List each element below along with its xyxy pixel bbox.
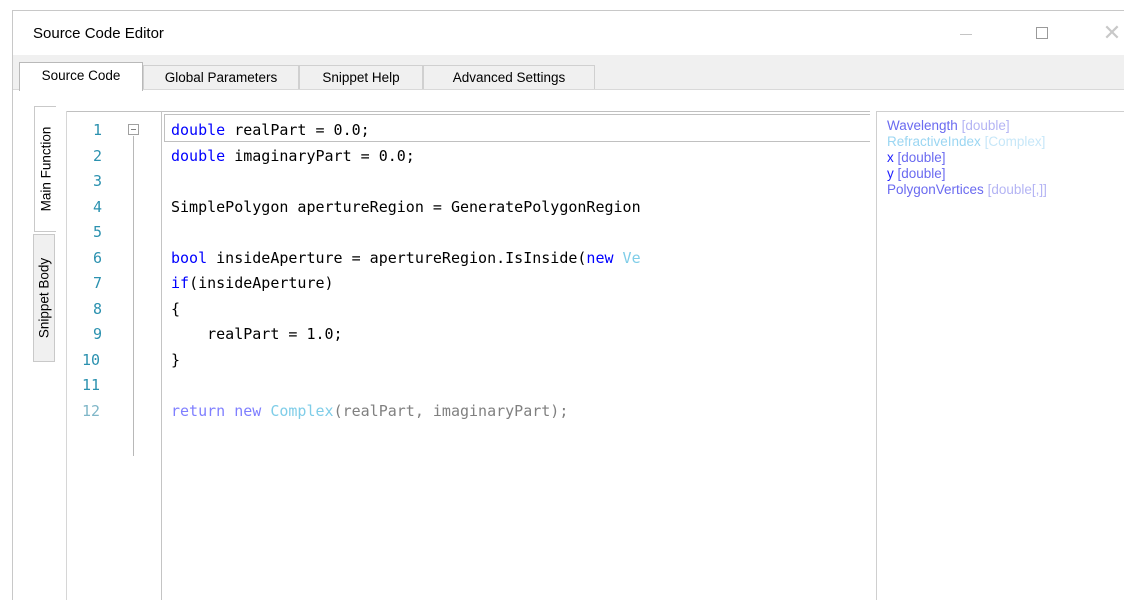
line-number: 4	[93, 198, 103, 216]
parameter-name: RefractiveIndex	[887, 134, 981, 149]
window-title: Source Code Editor	[33, 25, 164, 42]
code-text: {	[171, 300, 181, 318]
tab-content-source-code: Main Function Snippet Body 1 2 3 4 5 6 7…	[13, 90, 1124, 600]
tab-strip: Source Code Global Parameters Snippet He…	[13, 55, 1124, 91]
collapse-icon[interactable]	[128, 124, 139, 135]
line-number: 11	[82, 376, 101, 394]
code-line: if(insideAperture)	[171, 274, 334, 292]
line-number: 10	[82, 351, 101, 369]
code-text: SimplePolygon apertureRegion = GenerateP…	[171, 198, 641, 216]
parameter-list-panel: Wavelength [double] RefractiveIndex [Com…	[876, 111, 1124, 600]
close-icon: ✕	[1102, 20, 1122, 45]
code-line: return new Complex(realPart, imaginaryPa…	[171, 402, 568, 420]
line-number: 7	[93, 274, 103, 292]
parameter-type: [double[,]]	[987, 182, 1047, 197]
source-code-editor-window: Source Code Editor ✕ Source Code Global …	[12, 10, 1124, 600]
tab-label: Snippet Help	[322, 70, 400, 85]
minimize-button[interactable]	[943, 11, 989, 55]
code-line: {	[171, 300, 180, 318]
vtab-main-function[interactable]: Main Function	[34, 106, 56, 232]
minimize-icon	[960, 33, 972, 35]
tab-label: Advanced Settings	[452, 70, 566, 85]
code-text: (realPart, imaginaryPart);	[333, 402, 569, 420]
code-line: SimplePolygon apertureRegion = GenerateP…	[171, 198, 641, 216]
line-number: 8	[93, 300, 103, 318]
keyword: new	[234, 402, 262, 420]
line-number: 12	[82, 402, 101, 420]
maximize-icon	[1036, 27, 1048, 39]
tab-snippet-help[interactable]: Snippet Help	[299, 65, 423, 90]
code-line: bool insideAperture = apertureRegion.IsI…	[171, 249, 641, 267]
vertical-tab-strip: Main Function Snippet Body	[33, 106, 56, 366]
parameter-item[interactable]: x [double]	[887, 150, 946, 166]
gutter-separator	[161, 111, 162, 600]
vtab-label: Snippet Body	[36, 257, 52, 339]
parameter-type: [double]	[961, 118, 1010, 133]
maximize-button[interactable]	[1019, 11, 1065, 55]
code-text: imaginaryPart = 0.0;	[225, 147, 415, 165]
code-text: }	[171, 351, 181, 369]
keyword: if	[171, 274, 190, 292]
keyword: return	[171, 402, 226, 420]
parameter-item[interactable]: y [double]	[887, 166, 946, 182]
tab-label: Source Code	[41, 68, 121, 83]
parameter-type: [Complex]	[984, 134, 1046, 149]
code-text: insideAperture = apertureRegion.IsInside…	[207, 249, 587, 267]
line-number: 9	[93, 325, 103, 343]
code-line: double imaginaryPart = 0.0;	[171, 147, 415, 165]
line-number: 3	[93, 172, 103, 190]
code-text: realPart = 1.0;	[171, 325, 343, 343]
close-button[interactable]: ✕	[1089, 11, 1124, 55]
keyword: double	[171, 147, 226, 165]
title-bar: Source Code Editor ✕	[13, 11, 1124, 55]
tab-source-code[interactable]: Source Code	[19, 62, 143, 91]
tab-advanced-settings[interactable]: Advanced Settings	[423, 65, 595, 90]
parameter-item[interactable]: PolygonVertices [double[,]]	[887, 182, 1047, 198]
keyword: double	[171, 121, 226, 139]
line-number: 5	[93, 223, 103, 241]
type-name: Ve	[622, 249, 641, 267]
line-number: 2	[93, 147, 103, 165]
type-name: Complex	[270, 402, 334, 420]
code-editor[interactable]: 1 2 3 4 5 6 7 8 9 10 11 12 double realPa…	[66, 111, 870, 600]
tab-label: Global Parameters	[164, 70, 278, 85]
parameter-type: [double]	[897, 150, 946, 165]
code-line: realPart = 1.0;	[171, 325, 343, 343]
line-number: 6	[93, 249, 103, 267]
line-number: 1	[93, 121, 103, 139]
code-line: }	[171, 351, 180, 369]
parameter-item[interactable]: Wavelength [double]	[887, 118, 1010, 134]
vtab-snippet-body[interactable]: Snippet Body	[33, 234, 55, 362]
code-line: double realPart = 0.0;	[171, 121, 370, 139]
vtab-label: Main Function	[38, 126, 53, 212]
parameter-name: PolygonVertices	[887, 182, 984, 197]
editor-top-border	[67, 111, 870, 112]
parameter-name: Wavelength	[887, 118, 958, 133]
parameter-item[interactable]: RefractiveIndex [Complex]	[887, 134, 1045, 150]
keyword: new	[586, 249, 614, 267]
code-text: (insideAperture)	[189, 274, 334, 292]
line-number-gutter: 1 2 3 4 5 6 7 8 9 10 11 12	[67, 111, 161, 600]
parameter-name: y	[887, 166, 894, 181]
fold-guide	[133, 136, 134, 456]
keyword: bool	[171, 249, 208, 267]
parameter-name: x	[887, 150, 894, 165]
tab-global-parameters[interactable]: Global Parameters	[143, 65, 299, 90]
parameter-type: [double]	[897, 166, 946, 181]
code-text: realPart = 0.0;	[225, 121, 370, 139]
